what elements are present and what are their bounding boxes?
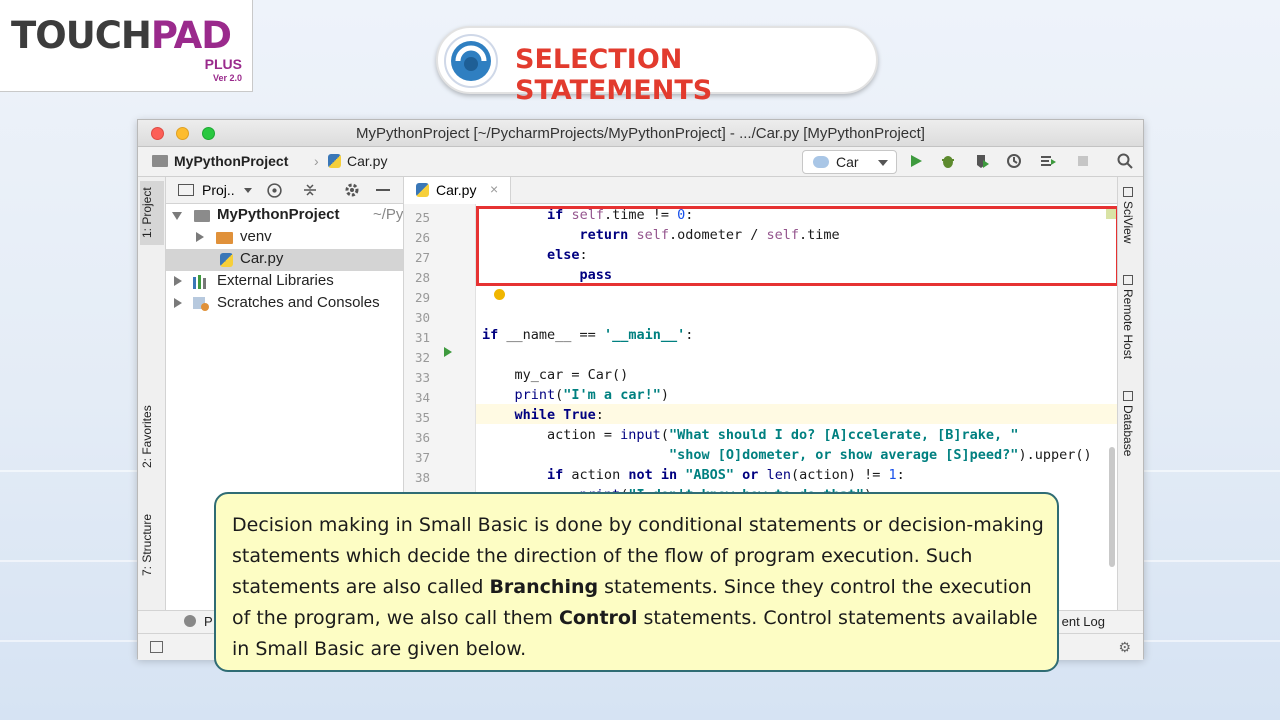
editor-tabs: Car.py ×: [404, 177, 1119, 204]
locate-icon[interactable]: [266, 182, 283, 199]
callout-text: Decision making in Small Basic is done b…: [232, 514, 1044, 660]
collapse-all-icon[interactable]: [302, 182, 318, 198]
python-swirl-icon: [444, 34, 498, 88]
folder-icon: [152, 155, 168, 167]
code-line-38: if action not in "ABOS" or len(action) !…: [547, 467, 905, 483]
logo-plus: PLUS: [204, 56, 242, 72]
code-line-31: if __name__ == '__main__':: [482, 327, 694, 343]
line-number: 38: [414, 470, 430, 485]
python-file-icon: [416, 183, 429, 197]
folder-icon: [216, 232, 233, 244]
run-configuration-select[interactable]: Car: [802, 150, 897, 174]
debug-icon[interactable]: [940, 153, 956, 169]
chevron-right-icon: [174, 276, 182, 286]
breadcrumb-project[interactable]: MyPythonProject: [152, 153, 288, 169]
run-gutter-icon[interactable]: [444, 347, 452, 357]
title-banner: SELECTION STATEMENTS: [436, 26, 878, 106]
page-title: SELECTION STATEMENTS: [515, 44, 713, 106]
line-number: 27: [414, 250, 430, 265]
breadcrumb-separator-icon: ›: [314, 153, 319, 169]
line-number: 35: [414, 410, 430, 425]
chevron-down-icon: [878, 160, 888, 166]
tool-tab-sciview[interactable]: SciView: [1121, 187, 1135, 243]
tree-item-external-libraries[interactable]: External Libraries: [166, 271, 403, 293]
tree-item-venv[interactable]: venv: [166, 227, 403, 249]
python-config-icon: [813, 156, 829, 168]
editor-tab-car-py[interactable]: Car.py ×: [404, 177, 511, 204]
folder-icon: [194, 210, 210, 222]
editor-scrollbar[interactable]: [1109, 447, 1115, 567]
code-line-37: "show [O]dometer, or show average [S]pee…: [668, 447, 1092, 463]
lightbulb-icon[interactable]: [494, 289, 505, 300]
chevron-right-icon: [196, 232, 204, 242]
line-number: 32: [414, 350, 430, 365]
project-view-icon: [178, 184, 194, 196]
python-file-icon: [220, 253, 233, 267]
profile-icon[interactable]: [1006, 153, 1022, 169]
tool-tab-remote-host[interactable]: Remote Host: [1121, 275, 1135, 359]
right-tool-strip: SciView Remote Host Database: [1117, 177, 1143, 633]
line-number: 37: [414, 450, 430, 465]
search-icon[interactable]: [1117, 153, 1133, 169]
tool-tab-favorites[interactable]: 2: Favorites: [140, 399, 164, 475]
project-panel-header: Proj..: [166, 177, 403, 204]
line-number: 29: [414, 290, 430, 305]
window-titlebar: MyPythonProject [~/PycharmProjects/MyPyt…: [138, 120, 1143, 147]
tool-tab-event-log[interactable]: ent Log: [1062, 614, 1105, 629]
window-title: MyPythonProject [~/PycharmProjects/MyPyt…: [356, 125, 925, 142]
logo-wordmark: TOUCHPAD: [11, 14, 232, 57]
git-status-icon[interactable]: ⚙: [1118, 639, 1131, 656]
libraries-icon: [193, 275, 206, 289]
tree-item-car-py[interactable]: Car.py: [166, 249, 403, 271]
line-number: 25: [414, 210, 430, 225]
breadcrumb-file[interactable]: Car.py: [328, 153, 387, 169]
touchpad-logo: TOUCHPAD PLUS Ver 2.0: [0, 0, 253, 92]
minimize-panel-icon[interactable]: [376, 189, 390, 191]
navigation-bar: MyPythonProject › Car.py Car: [138, 147, 1143, 177]
coverage-icon[interactable]: [974, 153, 990, 169]
explanation-callout: Decision making in Small Basic is done b…: [214, 492, 1059, 672]
highlight-box: [476, 206, 1119, 286]
line-number: 28: [414, 270, 430, 285]
tool-tab-project[interactable]: 1: Project: [140, 181, 164, 245]
tree-item-scratches[interactable]: Scratches and Consoles: [166, 293, 403, 315]
python-file-icon: [328, 154, 341, 168]
logo-version: Ver 2.0: [212, 73, 242, 83]
tool-tab-python-console[interactable]: P: [204, 614, 213, 629]
code-line-36: action = input("What should I do? [A]cce…: [482, 427, 1019, 443]
project-view-select[interactable]: Proj..: [202, 182, 235, 198]
stop-icon[interactable]: [1075, 153, 1091, 169]
line-number: 26: [414, 230, 430, 245]
left-tool-strip: 1: Project 2: Favorites 7: Structure: [138, 177, 166, 633]
code-line-33: my_car = Car(): [482, 367, 629, 383]
line-number: 31: [414, 330, 430, 345]
gear-icon[interactable]: [344, 182, 360, 198]
tool-tab-database[interactable]: Database: [1121, 391, 1135, 456]
run-icon[interactable]: [908, 153, 924, 169]
chevron-down-icon: [172, 212, 182, 220]
line-number: 30: [414, 310, 430, 325]
chevron-right-icon: [174, 298, 182, 308]
close-tab-icon[interactable]: ×: [490, 181, 498, 197]
python-console-icon: [184, 615, 196, 627]
line-number: 34: [414, 390, 430, 405]
run-concurrency-icon[interactable]: [1040, 153, 1056, 169]
tool-tab-structure[interactable]: 7: Structure: [140, 507, 164, 583]
toggle-tool-windows-icon[interactable]: [150, 641, 163, 653]
code-line-35: while True:: [514, 407, 604, 423]
tree-item-project-root[interactable]: MyPythonProject ~/Py: [166, 205, 403, 227]
scratches-icon: [193, 297, 209, 311]
line-number: 33: [414, 370, 430, 385]
chevron-down-icon: [244, 188, 252, 193]
line-number: 36: [414, 430, 430, 445]
code-line-34: print("I'm a car!"): [514, 387, 669, 403]
